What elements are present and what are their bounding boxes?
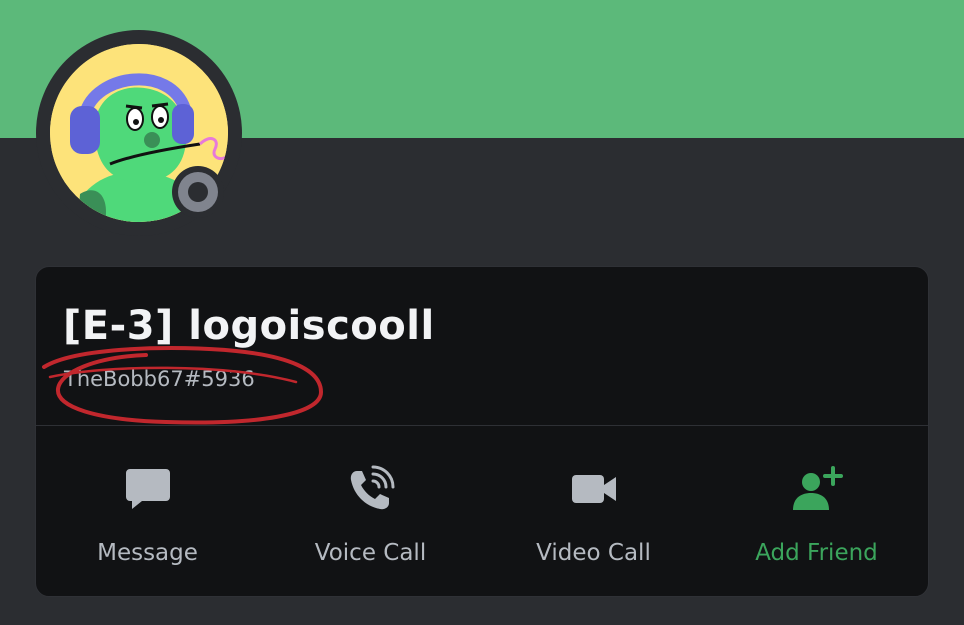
card-divider — [36, 425, 928, 426]
voice-call-label: Voice Call — [314, 540, 427, 566]
add-friend-label: Add Friend — [755, 540, 878, 566]
add-friend-button[interactable]: Add Friend — [705, 427, 928, 597]
avatar-frame — [36, 30, 242, 236]
profile-card: [E-3] logoiscooll TheBobb67#5936 Message — [35, 266, 929, 597]
message-icon — [122, 463, 174, 515]
video-call-button[interactable]: Video Call — [482, 427, 705, 597]
message-label: Message — [97, 540, 198, 566]
add-friend-icon — [791, 463, 843, 515]
voice-call-button[interactable]: Voice Call — [259, 427, 482, 597]
username-tag[interactable]: TheBobb67#5936 — [64, 367, 255, 391]
offline-status-icon — [178, 172, 218, 212]
video-call-label: Video Call — [536, 540, 651, 566]
phone-icon — [345, 463, 397, 515]
status-indicator-ring — [172, 166, 224, 218]
message-button[interactable]: Message — [36, 427, 259, 597]
video-camera-icon — [568, 463, 620, 515]
display-name: [E-3] logoiscooll — [63, 303, 435, 349]
profile-actions: Message Voice Call Video Call Add Friend — [36, 427, 928, 597]
